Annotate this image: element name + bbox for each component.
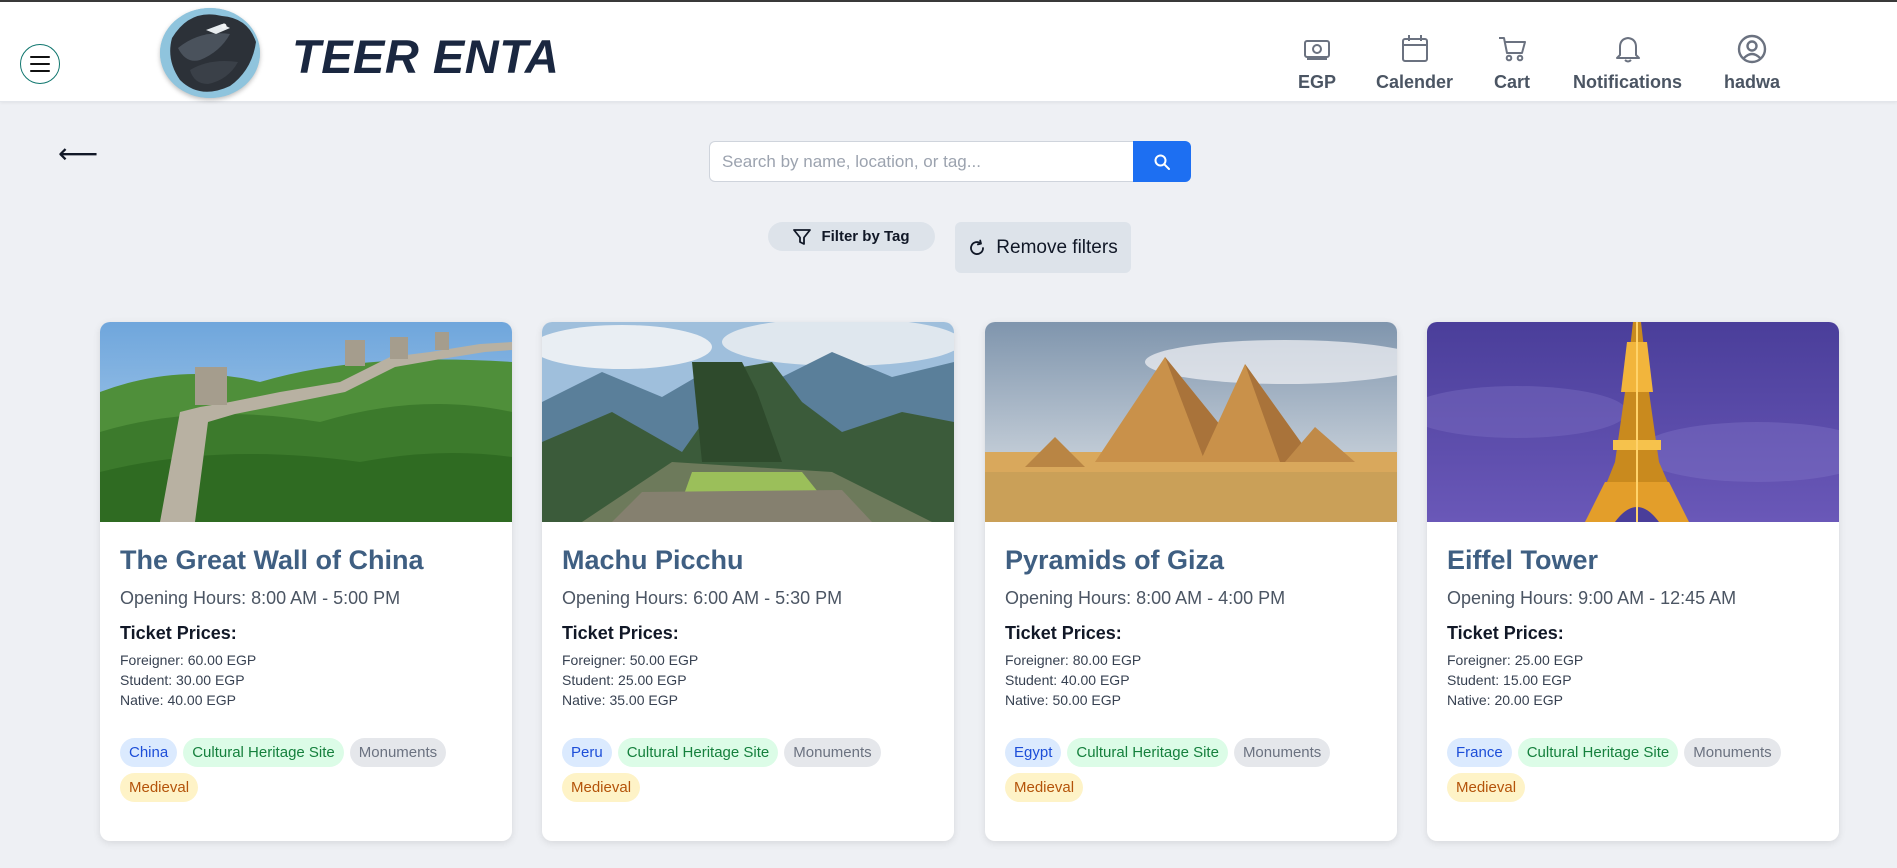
- funnel-icon: [793, 228, 812, 245]
- ticket-prices-heading: Ticket Prices:: [1447, 623, 1564, 643]
- search-button[interactable]: [1133, 141, 1191, 182]
- card-opening-hours: Opening Hours: 9:00 AM - 12:45 AM: [1447, 588, 1737, 608]
- remove-filters-label: Remove filters: [996, 236, 1118, 258]
- filter-by-tag-label: Filter by Tag: [821, 228, 910, 245]
- remove-filters-button[interactable]: Remove filters: [955, 222, 1131, 273]
- ticket-prices-heading: Ticket Prices:: [1005, 623, 1122, 643]
- tag-list: Egypt Cultural Heritage Site Monuments M…: [1005, 738, 1377, 802]
- nav-currency-label: EGP: [1298, 72, 1337, 92]
- nav-cart[interactable]: Cart: [1494, 32, 1530, 93]
- tag-list: France Cultural Heritage Site Monuments …: [1447, 738, 1819, 802]
- tag-monuments[interactable]: Monuments: [1684, 738, 1781, 767]
- hamburger-icon: [30, 56, 50, 72]
- price-native: Native: 35.00 EGP: [562, 692, 678, 708]
- price-foreigner: Foreigner: 80.00 EGP: [1005, 652, 1142, 668]
- filter-by-tag-button[interactable]: Filter by Tag: [768, 222, 935, 251]
- machu-picchu-photo: [542, 322, 954, 522]
- calendar-icon: [1401, 32, 1429, 66]
- tag-medieval[interactable]: Medieval: [562, 773, 641, 802]
- price-student: Student: 25.00 EGP: [562, 672, 687, 688]
- nav-currency[interactable]: EGP: [1298, 32, 1336, 93]
- user-icon: [1737, 32, 1767, 66]
- back-arrow-button[interactable]: ⟵: [58, 140, 98, 168]
- pyramids-photo: [985, 322, 1397, 522]
- great-wall-photo: [100, 322, 512, 522]
- card-title: The Great Wall of China: [120, 545, 424, 575]
- tag-monuments[interactable]: Monuments: [349, 738, 447, 767]
- eiffel-tower-photo: [1427, 322, 1839, 522]
- search-bar: [709, 141, 1191, 182]
- tag-monuments[interactable]: Monuments: [1233, 738, 1331, 767]
- card-title: Machu Picchu: [562, 545, 744, 575]
- attraction-card-machu-picchu[interactable]: Machu Picchu Opening Hours: 6:00 AM - 5:…: [542, 322, 954, 841]
- nav-calendar[interactable]: Calender: [1376, 32, 1453, 93]
- tag-medieval[interactable]: Medieval: [120, 773, 199, 802]
- tag-list: China Cultural Heritage Site Monuments M…: [120, 738, 492, 802]
- hamburger-menu-button[interactable]: [20, 44, 60, 84]
- tag-country[interactable]: Egypt: [1005, 738, 1062, 767]
- attraction-card-pyramids[interactable]: Pyramids of Giza Opening Hours: 8:00 AM …: [985, 322, 1397, 841]
- tag-country[interactable]: China: [120, 738, 178, 767]
- price-foreigner: Foreigner: 25.00 EGP: [1447, 652, 1584, 668]
- card-opening-hours: Opening Hours: 8:00 AM - 5:00 PM: [120, 588, 401, 608]
- price-native: Native: 40.00 EGP: [120, 692, 236, 708]
- tag-cultural-heritage[interactable]: Cultural Heritage Site: [617, 738, 779, 767]
- app-header: TEER ENTA EGP Calender Cart Notification…: [0, 2, 1897, 102]
- ticket-prices-heading: Ticket Prices:: [120, 623, 237, 643]
- site-logo[interactable]: [160, 8, 260, 98]
- card-opening-hours: Opening Hours: 6:00 AM - 5:30 PM: [562, 588, 843, 608]
- card-title: Eiffel Tower: [1447, 545, 1599, 575]
- nav-notifications-label: Notifications: [1573, 72, 1683, 92]
- refresh-icon: [970, 239, 985, 255]
- tag-cultural-heritage[interactable]: Cultural Heritage Site: [1067, 738, 1228, 767]
- tag-cultural-heritage[interactable]: Cultural Heritage Site: [1517, 738, 1679, 767]
- nav-calendar-label: Calender: [1376, 72, 1454, 92]
- nav-user-profile[interactable]: hadwa: [1724, 32, 1780, 93]
- price-native: Native: 20.00 EGP: [1447, 692, 1563, 708]
- price-foreigner: Foreigner: 50.00 EGP: [562, 652, 699, 668]
- attraction-card-great-wall[interactable]: The Great Wall of China Opening Hours: 8…: [100, 322, 512, 841]
- currency-icon: [1303, 32, 1331, 66]
- tag-country[interactable]: France: [1447, 738, 1512, 767]
- search-icon: [1154, 154, 1170, 170]
- tag-monuments[interactable]: Monuments: [784, 738, 881, 767]
- tag-cultural-heritage[interactable]: Cultural Heritage Site: [183, 738, 344, 767]
- cart-icon: [1497, 32, 1527, 66]
- brand-title: TEER ENTA: [292, 30, 560, 83]
- tag-medieval[interactable]: Medieval: [1447, 773, 1526, 802]
- nav-user-label: hadwa: [1724, 72, 1781, 92]
- price-native: Native: 50.00 EGP: [1005, 692, 1121, 708]
- nav-cart-label: Cart: [1494, 72, 1531, 92]
- nav-notifications[interactable]: Notifications: [1573, 32, 1682, 93]
- tag-list: Peru Cultural Heritage Site Monuments Me…: [562, 738, 934, 802]
- logo-bird-image: [160, 8, 260, 98]
- ticket-prices-heading: Ticket Prices:: [562, 623, 679, 643]
- attraction-card-eiffel-tower[interactable]: Eiffel Tower Opening Hours: 9:00 AM - 12…: [1427, 322, 1839, 841]
- price-foreigner: Foreigner: 60.00 EGP: [120, 652, 257, 668]
- bell-icon: [1614, 32, 1642, 66]
- price-student: Student: 15.00 EGP: [1447, 672, 1572, 688]
- tag-country[interactable]: Peru: [562, 738, 612, 767]
- search-input[interactable]: [709, 141, 1133, 182]
- card-title: Pyramids of Giza: [1005, 545, 1225, 575]
- tag-medieval[interactable]: Medieval: [1005, 773, 1084, 802]
- card-opening-hours: Opening Hours: 8:00 AM - 4:00 PM: [1005, 588, 1286, 608]
- price-student: Student: 40.00 EGP: [1005, 672, 1130, 688]
- price-student: Student: 30.00 EGP: [120, 672, 245, 688]
